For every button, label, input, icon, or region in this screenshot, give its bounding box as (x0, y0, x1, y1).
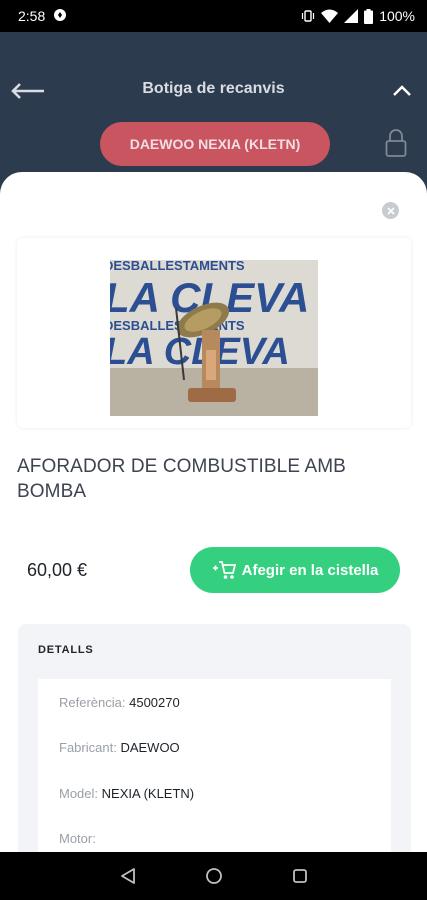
nav-back-icon (120, 868, 135, 884)
status-time: 2:58 (18, 8, 46, 24)
status-bar: 2:58 100% (0, 0, 427, 32)
detail-value: NEXIA (KLETN) (101, 786, 195, 801)
detail-label: Fabricant: (59, 740, 117, 755)
detail-value: 4500270 (129, 695, 180, 710)
details-title: DETALLS (38, 644, 94, 656)
details-panel: DETALLS Referència: 4500270 Fabricant: D… (18, 624, 411, 852)
cart-icon (212, 561, 236, 579)
battery-level: 100% (379, 8, 415, 24)
detail-row-model: Model: NEXIA (KLETN) (59, 786, 194, 801)
page-title: Botiga de recanvis (142, 80, 285, 97)
chevron-up-icon (393, 85, 411, 96)
detail-label: Model: (59, 786, 99, 801)
nav-back-button[interactable] (116, 864, 140, 888)
product-name: AFORADOR DE COMBUSTIBLE AMB BOMBA (17, 456, 346, 502)
wifi-icon (321, 9, 339, 23)
product-sheet: DESBALLESTAMENTS LA CLEVA DESBALLESTAMEN… (0, 172, 427, 852)
nav-recents-button[interactable] (288, 864, 312, 888)
app-header: Botiga de recanvis DAEWOO NEXIA (KLETN) (0, 32, 427, 172)
battery-icon (364, 8, 374, 24)
detail-row-manufacturer: Fabricant: DAEWOO (59, 740, 180, 755)
system-nav-bar (0, 852, 427, 900)
product-price: 60,00 € (27, 560, 88, 580)
product-photo: DESBALLESTAMENTS LA CLEVA DESBALLESTAMEN… (110, 260, 318, 416)
detail-row-reference: Referència: 4500270 (59, 695, 180, 710)
lock-icon[interactable] (385, 128, 407, 158)
vibrate-icon (301, 9, 315, 23)
detail-value: DAEWOO (120, 740, 180, 755)
detail-label: Motor: (59, 831, 96, 846)
detail-label: Referència: (59, 695, 126, 710)
vehicle-selector[interactable]: DAEWOO NEXIA (KLETN) (100, 122, 330, 166)
collapse-button[interactable] (389, 78, 415, 104)
detail-row-engine: Motor: (59, 831, 96, 846)
details-list: Referència: 4500270 Fabricant: DAEWOO Mo… (38, 679, 391, 852)
close-icon (386, 206, 395, 215)
nav-home-icon (205, 868, 222, 884)
add-to-cart-button[interactable]: Afegir en la cistella (190, 547, 400, 593)
notification-icon (53, 9, 67, 23)
signal-icon (344, 9, 359, 23)
product-image-card[interactable]: DESBALLESTAMENTS LA CLEVA DESBALLESTAMEN… (17, 238, 411, 428)
nav-recents-icon (292, 869, 307, 883)
add-to-cart-label: Afegir en la cistella (241, 561, 379, 579)
photo-text-4: LA CLEVA (110, 331, 290, 373)
close-button[interactable] (382, 202, 399, 219)
nav-home-button[interactable] (202, 864, 226, 888)
photo-text-1: DESBALLESTAMENTS (110, 260, 245, 273)
